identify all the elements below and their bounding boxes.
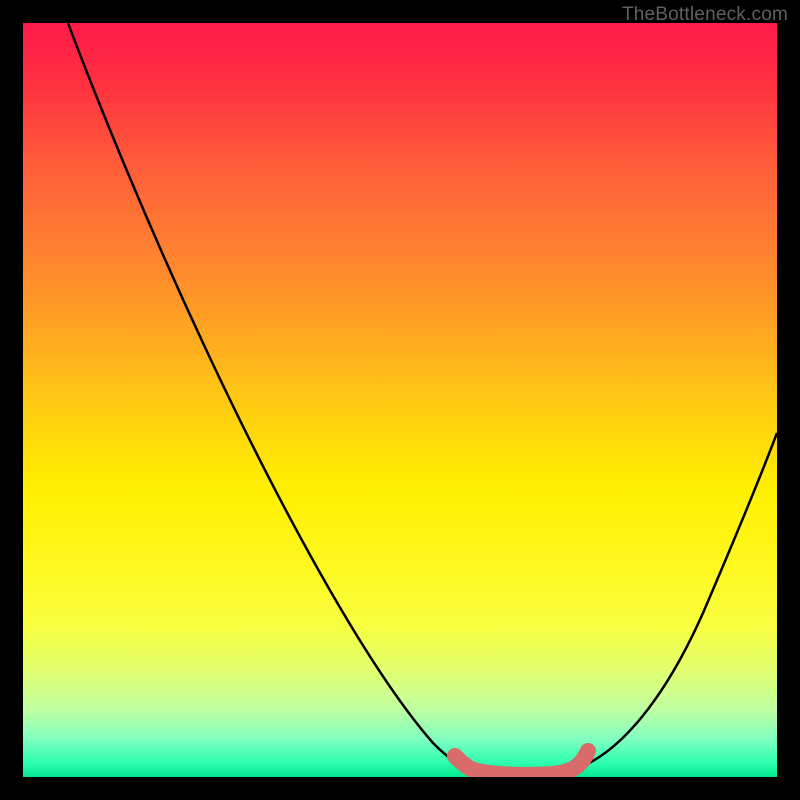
optimal-range-marker <box>455 751 588 775</box>
bottleneck-curve-line <box>68 23 777 776</box>
chart-plot-area <box>23 23 777 777</box>
chart-svg <box>23 23 777 777</box>
